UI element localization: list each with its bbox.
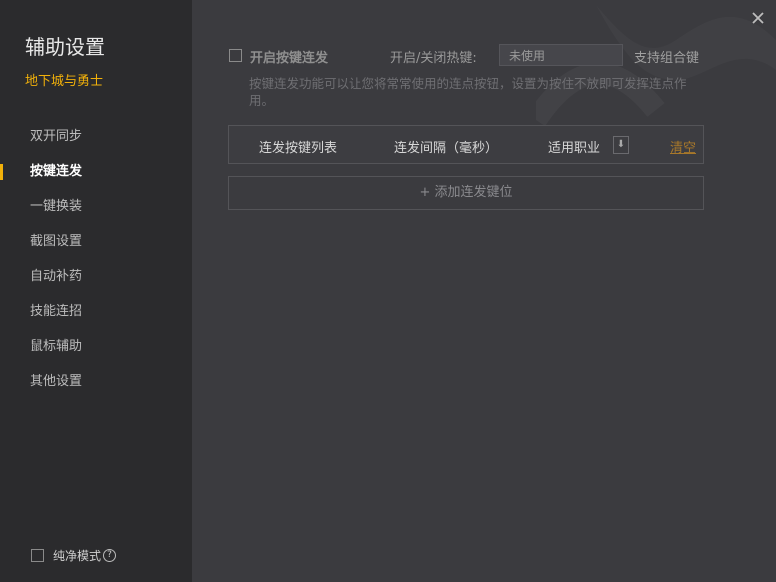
sidebar-item-key-repeat[interactable]: 按键连发: [0, 154, 192, 189]
close-icon: [752, 12, 764, 24]
app-title: 辅助设置: [25, 35, 105, 59]
sidebar-item-label: 按键连发: [30, 164, 83, 179]
sidebar: 辅助设置 地下城与勇士 双开同步 按键连发 一键换装 截图设置 自动补药 技能连…: [0, 0, 192, 582]
sidebar-item-label: 自动补药: [30, 269, 83, 284]
sidebar-item-screenshot[interactable]: 截图设置: [0, 224, 192, 259]
help-icon[interactable]: ?: [103, 549, 117, 562]
sidebar-item-auto-potion[interactable]: 自动补药: [0, 259, 192, 294]
pure-mode-checkbox[interactable]: [31, 549, 44, 562]
add-key-button[interactable]: + 添加连发键位: [228, 176, 704, 210]
sidebar-item-mouse-assist[interactable]: 鼠标辅助: [0, 329, 192, 364]
column-header-keys: 连发按键列表: [259, 141, 338, 156]
sidebar-item-label: 一键换装: [30, 199, 83, 214]
enable-key-repeat-checkbox[interactable]: [229, 49, 242, 62]
sidebar-item-skill-combo[interactable]: 技能连招: [0, 294, 192, 329]
game-name: 地下城与勇士: [25, 74, 104, 89]
close-button[interactable]: [750, 10, 766, 26]
sidebar-item-label: 鼠标辅助: [30, 339, 83, 354]
feature-description: 按键连发功能可以让您将常常使用的连点按钮，设置为按住不放即可发挥连点作用。: [249, 76, 687, 108]
column-header-class: 适用职业: [548, 141, 601, 156]
sidebar-item-label: 双开同步: [30, 129, 83, 144]
hotkey-input[interactable]: [499, 44, 623, 66]
hotkey-label: 开启/关闭热键:: [390, 51, 477, 66]
sidebar-item-quick-equip[interactable]: 一键换装: [0, 189, 192, 224]
pure-mode-label: 纯净模式: [53, 549, 102, 563]
pure-mode-toggle: 纯净模式 ?: [31, 547, 117, 564]
sidebar-item-other[interactable]: 其他设置: [0, 364, 192, 399]
sidebar-item-label: 截图设置: [30, 234, 83, 249]
sidebar-item-dual-sync[interactable]: 双开同步: [0, 119, 192, 154]
active-marker: [0, 164, 3, 180]
sort-down-icon[interactable]: ⬇: [613, 136, 629, 154]
key-list-table-header: 连发按键列表 连发间隔（毫秒） 适用职业 ⬇ 清空: [228, 125, 704, 164]
sidebar-nav: 双开同步 按键连发 一键换装 截图设置 自动补药 技能连招 鼠标辅助 其他设置: [0, 119, 192, 399]
key-repeat-settings-row: 开启按键连发 开启/关闭热键: 支持组合键: [229, 44, 709, 66]
sidebar-item-label: 其他设置: [30, 374, 83, 389]
clear-link[interactable]: 清空: [670, 137, 696, 156]
column-header-interval: 连发间隔（毫秒）: [394, 141, 499, 156]
enable-key-repeat-label: 开启按键连发: [250, 51, 329, 66]
combo-key-hint: 支持组合键: [634, 51, 700, 66]
sidebar-item-label: 技能连招: [30, 304, 83, 319]
